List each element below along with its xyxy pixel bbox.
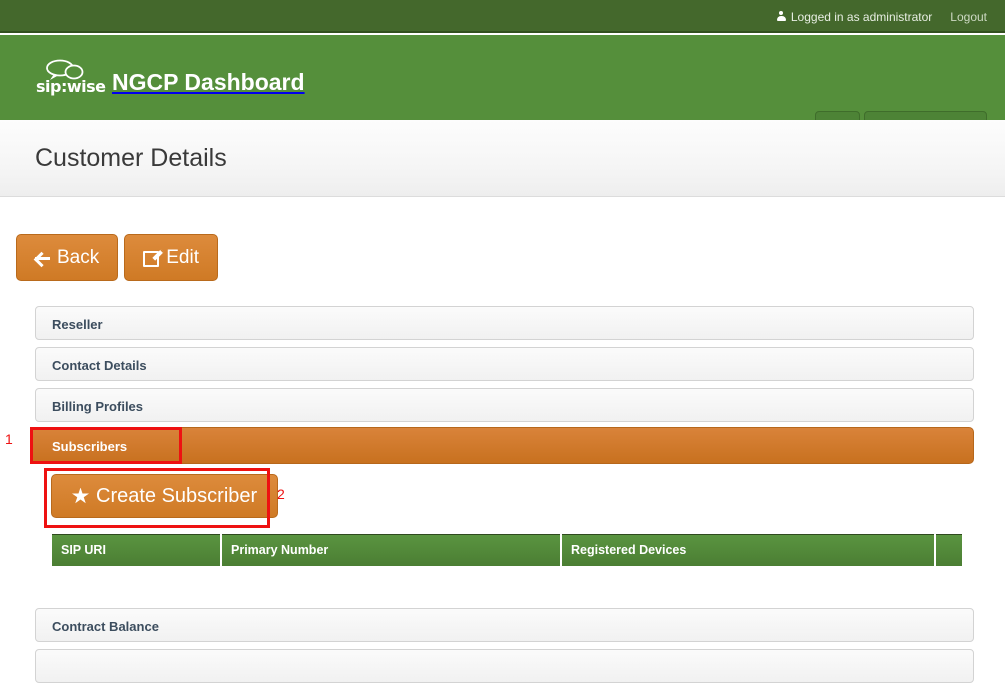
sipwise-logo: sip:wise <box>36 59 106 97</box>
page-title-band: Customer Details <box>0 120 1005 197</box>
table-header-row: SIP URI Primary Number Registered Device… <box>52 534 962 566</box>
user-icon <box>776 11 786 22</box>
sipwise-wordmark: sip:wise <box>36 77 106 96</box>
back-button[interactable]: Back <box>16 234 119 281</box>
panel-header-contract-balance[interactable]: Contract Balance <box>35 608 974 642</box>
panel-header-contact-details[interactable]: Contact Details <box>35 347 974 381</box>
brand-logo-link[interactable]: sip:wise NGCP Dashboard <box>36 59 305 97</box>
panel-label: Contract Balance <box>52 618 159 634</box>
annotation-number-2: 2 <box>277 486 285 502</box>
star-icon <box>72 487 89 504</box>
app-title: NGCP Dashboard <box>112 69 305 95</box>
pencil-square-icon <box>143 250 160 267</box>
logout-link[interactable]: Logout <box>950 10 987 24</box>
panel-label: Subscribers <box>52 439 128 454</box>
panel-header-next[interactable] <box>35 649 974 683</box>
create-subscriber-label: Create Subscriber <box>96 484 258 507</box>
panel-header-subscribers[interactable]: Subscribers <box>31 427 974 464</box>
edit-button[interactable]: Edit <box>124 234 218 281</box>
column-header-primary-number[interactable]: Primary Number <box>222 534 560 566</box>
top-utility-bar: Logged in as administrator Logout <box>0 0 1005 33</box>
arrow-left-icon <box>35 251 50 265</box>
panel-header-reseller[interactable]: Reseller <box>35 306 974 340</box>
action-button-bar: Back Edit <box>16 234 218 281</box>
panel-header-billing-profiles[interactable]: Billing Profiles <box>35 388 974 422</box>
topbar-right-group: Logged in as administrator Logout <box>776 0 987 33</box>
column-header-sip-uri[interactable]: SIP URI <box>52 534 220 566</box>
panel-label: Reseller <box>52 316 103 332</box>
panel-label: Contact Details <box>52 357 147 373</box>
edit-button-label: Edit <box>166 246 199 268</box>
app-header: sip:wise NGCP Dashboard Settings <box>0 35 1005 153</box>
logged-in-status: Logged in as administrator <box>776 9 933 24</box>
column-header-registered-devices[interactable]: Registered Devices <box>562 534 934 566</box>
subscribers-table: SIP URI Primary Number Registered Device… <box>50 532 964 568</box>
column-header-actions <box>936 534 962 566</box>
panel-label: Billing Profiles <box>52 398 144 414</box>
page-title: Customer Details <box>35 144 227 172</box>
annotation-number-1: 1 <box>5 431 13 447</box>
logged-in-label: Logged in as administrator <box>790 9 933 24</box>
create-subscriber-button[interactable]: Create Subscriber <box>51 474 279 518</box>
back-button-label: Back <box>57 246 100 268</box>
